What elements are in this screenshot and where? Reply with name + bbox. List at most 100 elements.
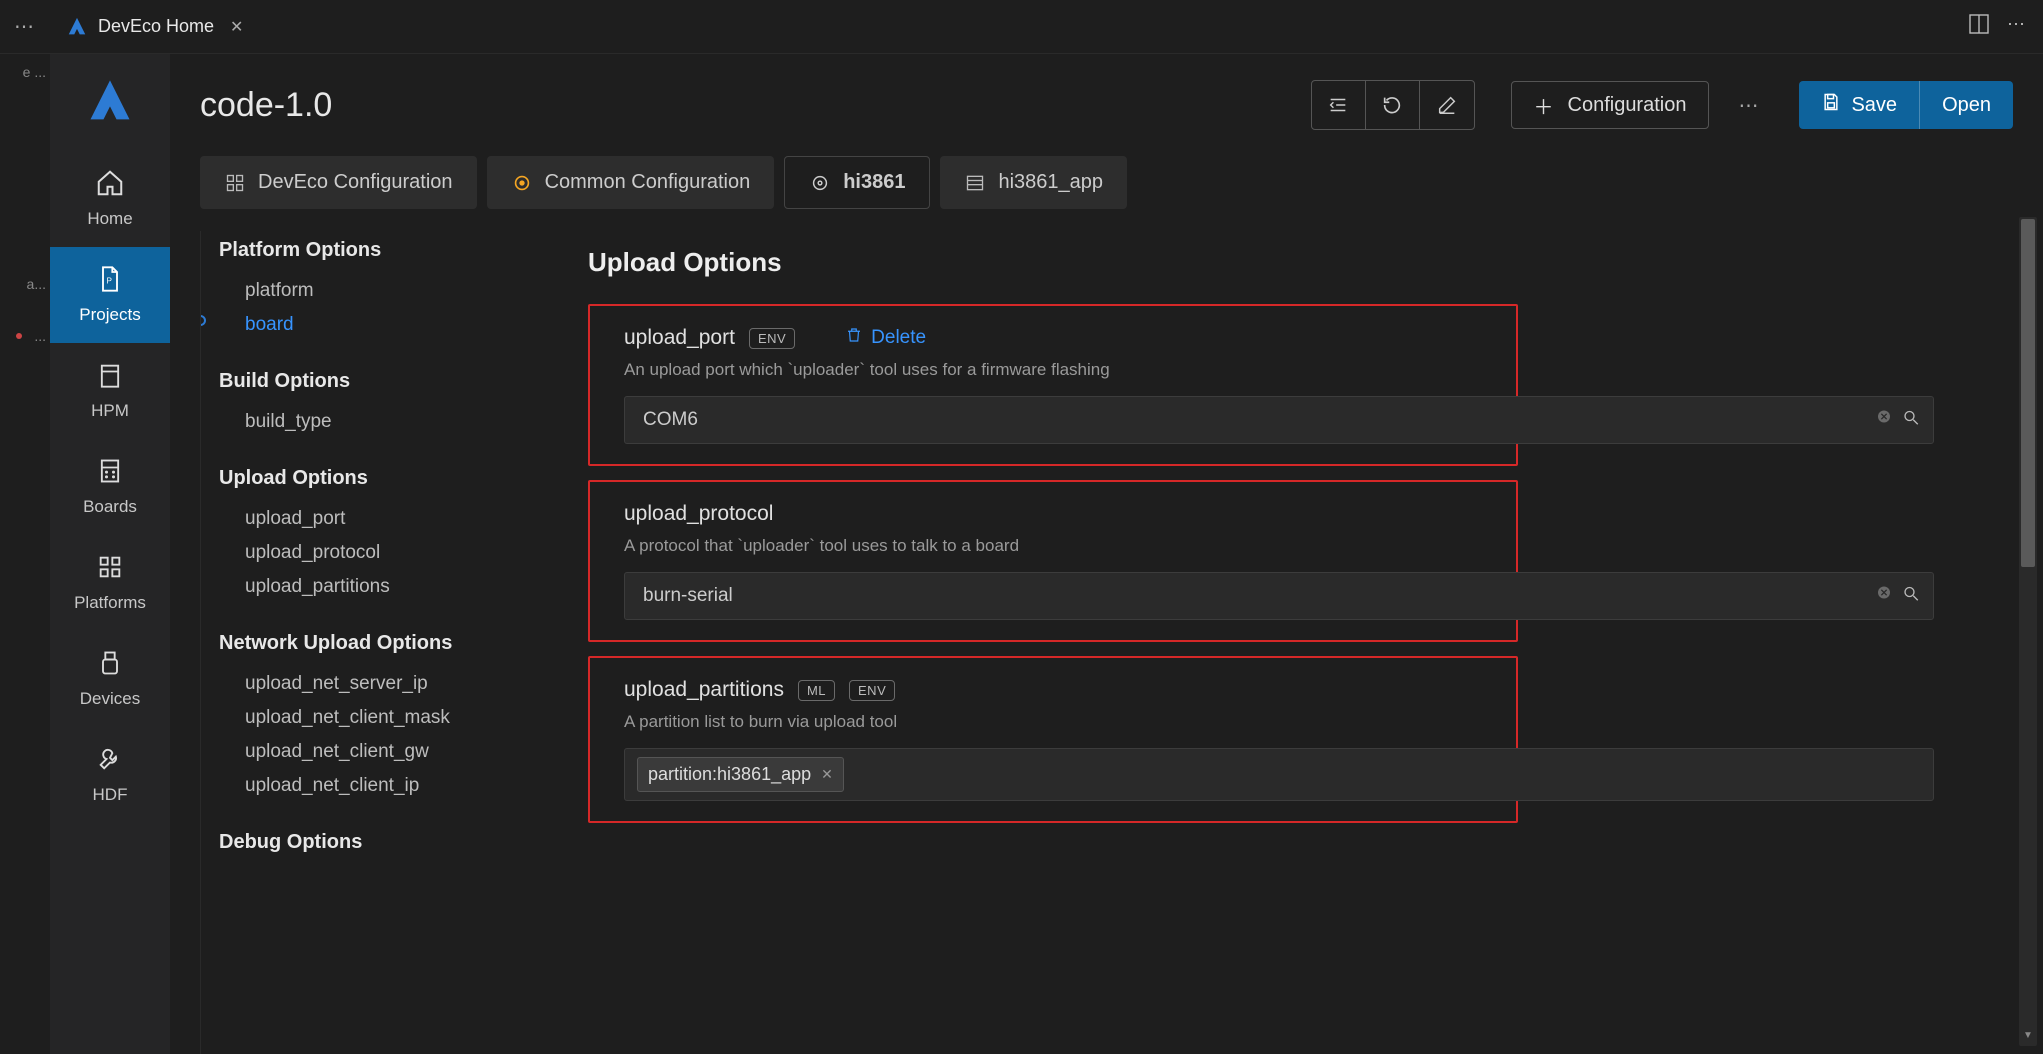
target-icon	[511, 172, 533, 194]
form-heading: Upload Options	[588, 247, 2003, 278]
sidebar-item-hdf[interactable]: HDF	[50, 727, 170, 823]
tree-item-build-type[interactable]: build_type	[219, 405, 516, 439]
upload-protocol-input[interactable]	[624, 572, 1934, 620]
tab-hi3861-app[interactable]: hi3861_app	[940, 156, 1127, 209]
clear-icon[interactable]	[1876, 409, 1892, 432]
tree-item-upload-net-client-gw[interactable]: upload_net_client_gw	[219, 735, 516, 769]
editor-tab-bar: ⋯ DevEco Home ✕ ⋯	[0, 0, 2043, 54]
sidebar-item-devices[interactable]: Devices	[50, 631, 170, 727]
refresh-button[interactable]	[1366, 81, 1420, 129]
sidebar-item-platforms[interactable]: Platforms	[50, 535, 170, 631]
add-configuration-label: Configuration	[1568, 94, 1687, 117]
partition-chip[interactable]: partition:hi3861_app ✕	[637, 757, 844, 792]
open-button[interactable]: Open	[1919, 81, 2013, 129]
editor-tab-deveco-home[interactable]: DevEco Home ✕	[50, 0, 259, 53]
svg-text:P: P	[107, 277, 113, 286]
upload-partitions-chips[interactable]: partition:hi3861_app ✕	[624, 748, 1934, 801]
clear-icon[interactable]	[1876, 585, 1892, 608]
upload-port-input[interactable]	[624, 396, 1934, 444]
strip-label-3: ...	[0, 328, 50, 344]
vertical-scrollbar[interactable]: ▲ ▼	[2019, 217, 2037, 1046]
chip-remove-icon[interactable]: ✕	[821, 766, 833, 783]
tab-label: DevEco Configuration	[258, 171, 453, 194]
tree-item-board[interactable]: board	[219, 308, 516, 342]
option-title: upload_partitions	[624, 678, 784, 702]
plus-icon: ＋	[1534, 91, 1554, 120]
delete-label: Delete	[871, 327, 926, 349]
option-title: upload_port	[624, 326, 735, 350]
tab-deveco-configuration[interactable]: DevEco Configuration	[200, 156, 477, 209]
config-tabs: DevEco Configuration Common Configuratio…	[170, 156, 2043, 209]
tab-hi3861[interactable]: hi3861	[784, 156, 930, 209]
search-icon[interactable]	[1902, 409, 1920, 432]
grid-icon	[94, 551, 126, 583]
scrollbar-down-icon[interactable]: ▼	[2019, 1030, 2037, 1046]
deveco-logo-icon	[66, 16, 88, 38]
tree-item-upload-net-server-ip[interactable]: upload_net_server_ip	[219, 667, 516, 701]
save-icon	[1821, 92, 1841, 118]
sidebar-label: Home	[87, 209, 132, 229]
option-block-upload-port: upload_port ENV Delete An upload port wh…	[588, 304, 1518, 466]
strip-label-1: e ...	[0, 64, 50, 80]
tree-section-debug-options: Debug Options	[219, 831, 516, 854]
tree-marker-icon	[200, 315, 206, 326]
save-button[interactable]: Save	[1799, 81, 1919, 129]
usb-icon	[94, 647, 126, 679]
target-outline-icon	[809, 172, 831, 194]
edit-button[interactable]	[1420, 81, 1474, 129]
tab-common-configuration[interactable]: Common Configuration	[487, 156, 775, 209]
sidebar-item-projects[interactable]: P Projects	[50, 247, 170, 343]
env-badge: ENV	[849, 680, 895, 701]
tree-item-upload-net-client-ip[interactable]: upload_net_client_ip	[219, 769, 516, 803]
calculator-icon	[94, 455, 126, 487]
more-icon[interactable]: ⋯	[2007, 14, 2025, 39]
option-desc: A protocol that `uploader` tool uses to …	[624, 536, 1516, 556]
split-editor-icon[interactable]	[1969, 14, 1989, 39]
save-open-group: Save Open	[1799, 81, 2013, 129]
tab-label: Common Configuration	[545, 171, 751, 194]
sidebar-label: Platforms	[74, 593, 146, 613]
more-actions-button[interactable]: ⋯	[1733, 93, 1763, 118]
tree-section-build-options: Build Options	[219, 370, 516, 393]
outdent-button[interactable]	[1312, 81, 1366, 129]
main-content: code-1.0 ＋ Configuration ⋯	[170, 54, 2043, 1054]
strip-label-2: a...	[0, 276, 50, 292]
scrollbar-thumb[interactable]	[2021, 219, 2035, 567]
option-title: upload_protocol	[624, 502, 773, 526]
options-tree: Platform Options platform board Build Op…	[200, 231, 540, 1054]
tab-label: hi3861	[843, 171, 905, 194]
sidebar-label: HPM	[91, 401, 129, 421]
home-icon	[94, 167, 126, 199]
option-desc: An upload port which `uploader` tool use…	[624, 360, 1516, 380]
wrench-icon	[94, 743, 126, 775]
tree-item-upload-port[interactable]: upload_port	[219, 502, 516, 536]
sidebar-item-hpm[interactable]: HPM	[50, 343, 170, 439]
form-panel: Upload Options upload_port ENV Delete	[540, 231, 2043, 1054]
tree-item-upload-partitions[interactable]: upload_partitions	[219, 570, 516, 604]
option-block-upload-partitions: upload_partitions ML ENV A partition lis…	[588, 656, 1518, 823]
ml-badge: ML	[798, 680, 835, 701]
option-desc: A partition list to burn via upload tool	[624, 712, 1516, 732]
sidebar-item-home[interactable]: Home	[50, 151, 170, 247]
activity-ellipsis: ⋯	[0, 0, 50, 53]
sidebar-label: Devices	[80, 689, 140, 709]
delete-button[interactable]: Delete	[845, 326, 926, 350]
tree-item-upload-net-client-mask[interactable]: upload_net_client_mask	[219, 701, 516, 735]
tree-item-platform[interactable]: platform	[219, 274, 516, 308]
editor-tab-title: DevEco Home	[98, 16, 214, 37]
save-label: Save	[1851, 94, 1897, 117]
deveco-sidebar-logo-icon	[84, 76, 136, 131]
close-icon[interactable]: ✕	[230, 17, 243, 37]
trash-icon	[845, 326, 863, 350]
tree-section-platform-options: Platform Options	[219, 239, 516, 262]
sidebar-label: Boards	[83, 497, 137, 517]
sidebar-item-boards[interactable]: Boards	[50, 439, 170, 535]
env-badge: ENV	[749, 328, 795, 349]
add-configuration-button[interactable]: ＋ Configuration	[1511, 81, 1710, 129]
document-icon: P	[94, 263, 126, 295]
sidebar-label: Projects	[79, 305, 140, 325]
grid-small-icon	[224, 172, 246, 194]
search-icon[interactable]	[1902, 585, 1920, 608]
tree-item-upload-protocol[interactable]: upload_protocol	[219, 536, 516, 570]
chip-label: partition:hi3861_app	[648, 764, 811, 785]
